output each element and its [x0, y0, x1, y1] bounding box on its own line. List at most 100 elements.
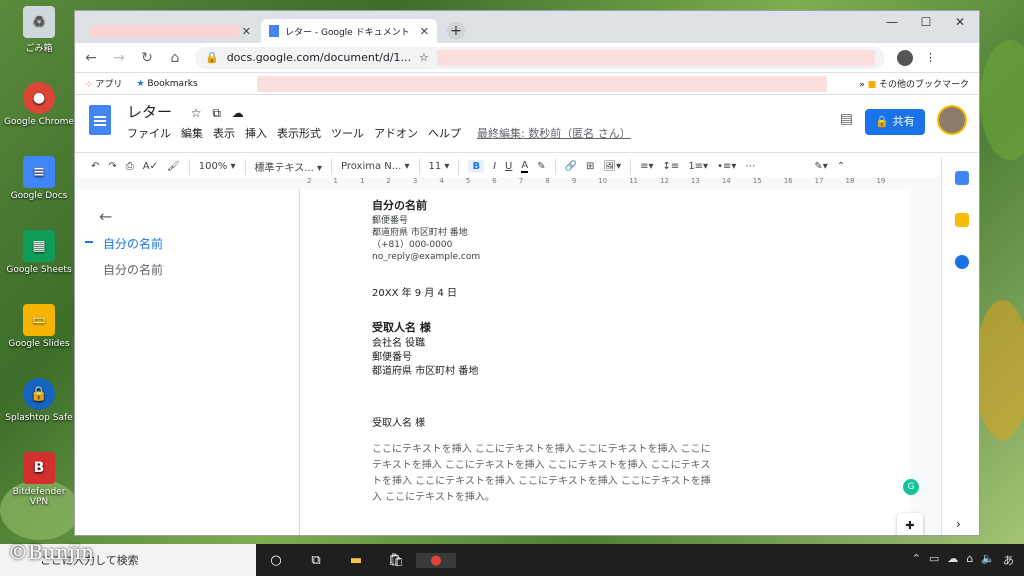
text-color-icon[interactable]: A: [521, 160, 529, 173]
ruler-tick: 12: [660, 177, 669, 185]
sheets-icon: ▦: [23, 230, 55, 262]
apps-bookmark[interactable]: ⁘ アプリ: [85, 77, 122, 90]
forward-arrow-icon[interactable]: →: [111, 50, 127, 66]
chevron-up-icon[interactable]: ⌃: [912, 552, 921, 568]
document-area: 2 1 1 2 3 4 5 6 7 8 9 10 11 12 13 14 15 …: [75, 177, 941, 535]
expand-panel-icon[interactable]: ›: [956, 517, 961, 531]
outline-item[interactable]: 自分の名前: [103, 235, 163, 252]
add-comment-icon[interactable]: ⊞: [586, 161, 594, 172]
menu-kebab-icon[interactable]: ⋮: [925, 51, 936, 64]
docs-logo-icon[interactable]: [89, 105, 111, 135]
cortana-icon[interactable]: ○: [256, 553, 296, 568]
bold-icon[interactable]: B: [468, 160, 485, 173]
star-icon[interactable]: ☆: [419, 51, 429, 64]
desktop-icon-splashtop[interactable]: 🔒 Splashtop Safe: [4, 378, 74, 423]
editing-mode-icon[interactable]: ✎▾: [814, 161, 827, 172]
undo-icon[interactable]: ↶: [91, 161, 99, 172]
more-icon[interactable]: ⋯: [745, 161, 755, 172]
close-tab-icon[interactable]: ✕: [420, 25, 429, 38]
link-icon[interactable]: 🔗: [565, 161, 577, 172]
menu-help[interactable]: ヘルプ: [428, 125, 461, 141]
other-bookmarks[interactable]: » ■ その他のブックマーク: [859, 77, 969, 90]
collapse-icon[interactable]: ⌃: [837, 161, 845, 172]
chrome-taskbar-icon[interactable]: ●: [416, 552, 456, 568]
file-explorer-icon[interactable]: ▬: [336, 553, 376, 568]
bulleted-list-icon[interactable]: •≡▾: [717, 161, 736, 172]
outline-item[interactable]: 自分の名前: [103, 261, 163, 278]
volume-icon[interactable]: 🔈: [981, 552, 995, 568]
last-edit-link[interactable]: 最終編集: 数秒前（匿名 さん）: [477, 125, 631, 141]
redo-icon[interactable]: ↷: [108, 161, 116, 172]
tab-redacted[interactable]: ✕: [81, 19, 259, 43]
redacted-bookmarks: [257, 76, 827, 92]
spellcheck-icon[interactable]: A✓: [143, 161, 158, 172]
style-select[interactable]: 標準テキス... ▾: [255, 159, 322, 174]
document-page[interactable]: 自分の名前 郵便番号 都道府県 市区町村 番地 （+81）000-0000 no…: [299, 189, 911, 535]
underline-icon[interactable]: U: [505, 161, 512, 172]
menu-edit[interactable]: 編集: [181, 125, 203, 141]
share-button[interactable]: 🔒 共有: [865, 109, 925, 135]
desktop-icon-slides[interactable]: ▭ Google Slides: [4, 304, 74, 349]
desktop-icon-recycle-bin[interactable]: ♻ ごみ箱: [4, 6, 74, 54]
sender-email: no_reply@example.com: [372, 252, 481, 262]
font-size-select[interactable]: 11 ▾: [429, 161, 450, 172]
network-icon[interactable]: ⌂: [966, 552, 973, 568]
maximize-button[interactable]: ☐: [911, 15, 941, 29]
desktop-icon-sheets[interactable]: ▦ Google Sheets: [4, 230, 74, 275]
omnibox[interactable]: 🔒 docs.google.com/document/d/1... ☆: [195, 46, 885, 69]
ruler-tick: 11: [629, 177, 638, 185]
cloud-icon[interactable]: ☁: [947, 552, 958, 568]
system-tray: ⌃ ▭ ☁ ⌂ 🔈 あ: [912, 552, 1014, 568]
highlight-icon[interactable]: ✎: [537, 161, 545, 172]
menu-view[interactable]: 表示: [213, 125, 235, 141]
menu-format[interactable]: 表示形式: [277, 125, 321, 141]
close-tab-icon[interactable]: ✕: [242, 25, 251, 38]
calendar-icon[interactable]: [955, 171, 969, 185]
star-icon[interactable]: ☆: [191, 106, 202, 120]
line-spacing-icon[interactable]: ↕≡: [663, 161, 680, 172]
reload-icon[interactable]: ↻: [139, 50, 155, 66]
lock-icon: 🔒: [875, 115, 890, 128]
profile-avatar[interactable]: [897, 49, 913, 66]
desktop-icon-bitdefender[interactable]: B Bitdefender VPN: [4, 452, 74, 507]
back-arrow-icon[interactable]: ←: [99, 207, 112, 226]
explore-button[interactable]: ✚: [897, 513, 923, 535]
store-icon[interactable]: 🛍: [376, 553, 416, 568]
print-icon[interactable]: ⎙: [126, 161, 134, 172]
align-icon[interactable]: ≡▾: [640, 161, 653, 172]
new-tab-button[interactable]: +: [447, 22, 465, 40]
folder-icon: ■: [867, 80, 877, 90]
minimize-button[interactable]: —: [877, 15, 907, 29]
zoom-select[interactable]: 100% ▾: [199, 161, 236, 172]
italic-icon[interactable]: I: [493, 161, 496, 172]
tasks-icon[interactable]: [955, 255, 969, 269]
avatar[interactable]: [937, 105, 967, 135]
image-icon[interactable]: 🖼▾: [603, 161, 621, 172]
ime-icon[interactable]: あ: [1003, 552, 1014, 568]
move-folder-icon[interactable]: ⧉: [212, 106, 221, 120]
desktop-icon-docs[interactable]: ≡ Google Docs: [4, 156, 74, 201]
paint-format-icon[interactable]: 🖌: [167, 161, 180, 172]
grammarly-icon[interactable]: G: [903, 479, 919, 495]
tab-docs[interactable]: レター - Google ドキュメント ✕: [261, 19, 437, 43]
numbered-list-icon[interactable]: 1≡▾: [688, 161, 708, 172]
back-arrow-icon[interactable]: ←: [83, 50, 99, 66]
font-select[interactable]: Proxima N... ▾: [341, 161, 410, 172]
task-view-icon[interactable]: ⧉: [296, 553, 336, 568]
menu-addons[interactable]: アドオン: [374, 125, 418, 141]
menu-file[interactable]: ファイル: [127, 125, 171, 141]
style-value: 標準テキス...: [254, 163, 314, 174]
desktop-icon-chrome[interactable]: ● Google Chrome: [4, 82, 74, 127]
battery-icon[interactable]: ▭: [929, 552, 939, 568]
comment-icon[interactable]: ▤: [840, 111, 853, 127]
bookmarks-bookmark[interactable]: ★ Bookmarks: [136, 79, 197, 89]
divider: [418, 158, 420, 175]
keep-icon[interactable]: [955, 213, 969, 227]
home-icon[interactable]: ⌂: [167, 50, 183, 66]
taskbar: ここに入力して検索 ○ ⧉ ▬ 🛍 ● ⌃ ▭ ☁ ⌂ 🔈 あ: [0, 544, 1024, 576]
doc-title[interactable]: レター: [127, 103, 172, 121]
close-window-button[interactable]: ✕: [945, 15, 975, 29]
menu-insert[interactable]: 挿入: [245, 125, 267, 141]
ruler[interactable]: 2 1 1 2 3 4 5 6 7 8 9 10 11 12 13 14 15 …: [299, 177, 911, 187]
menu-tools[interactable]: ツール: [331, 125, 364, 141]
